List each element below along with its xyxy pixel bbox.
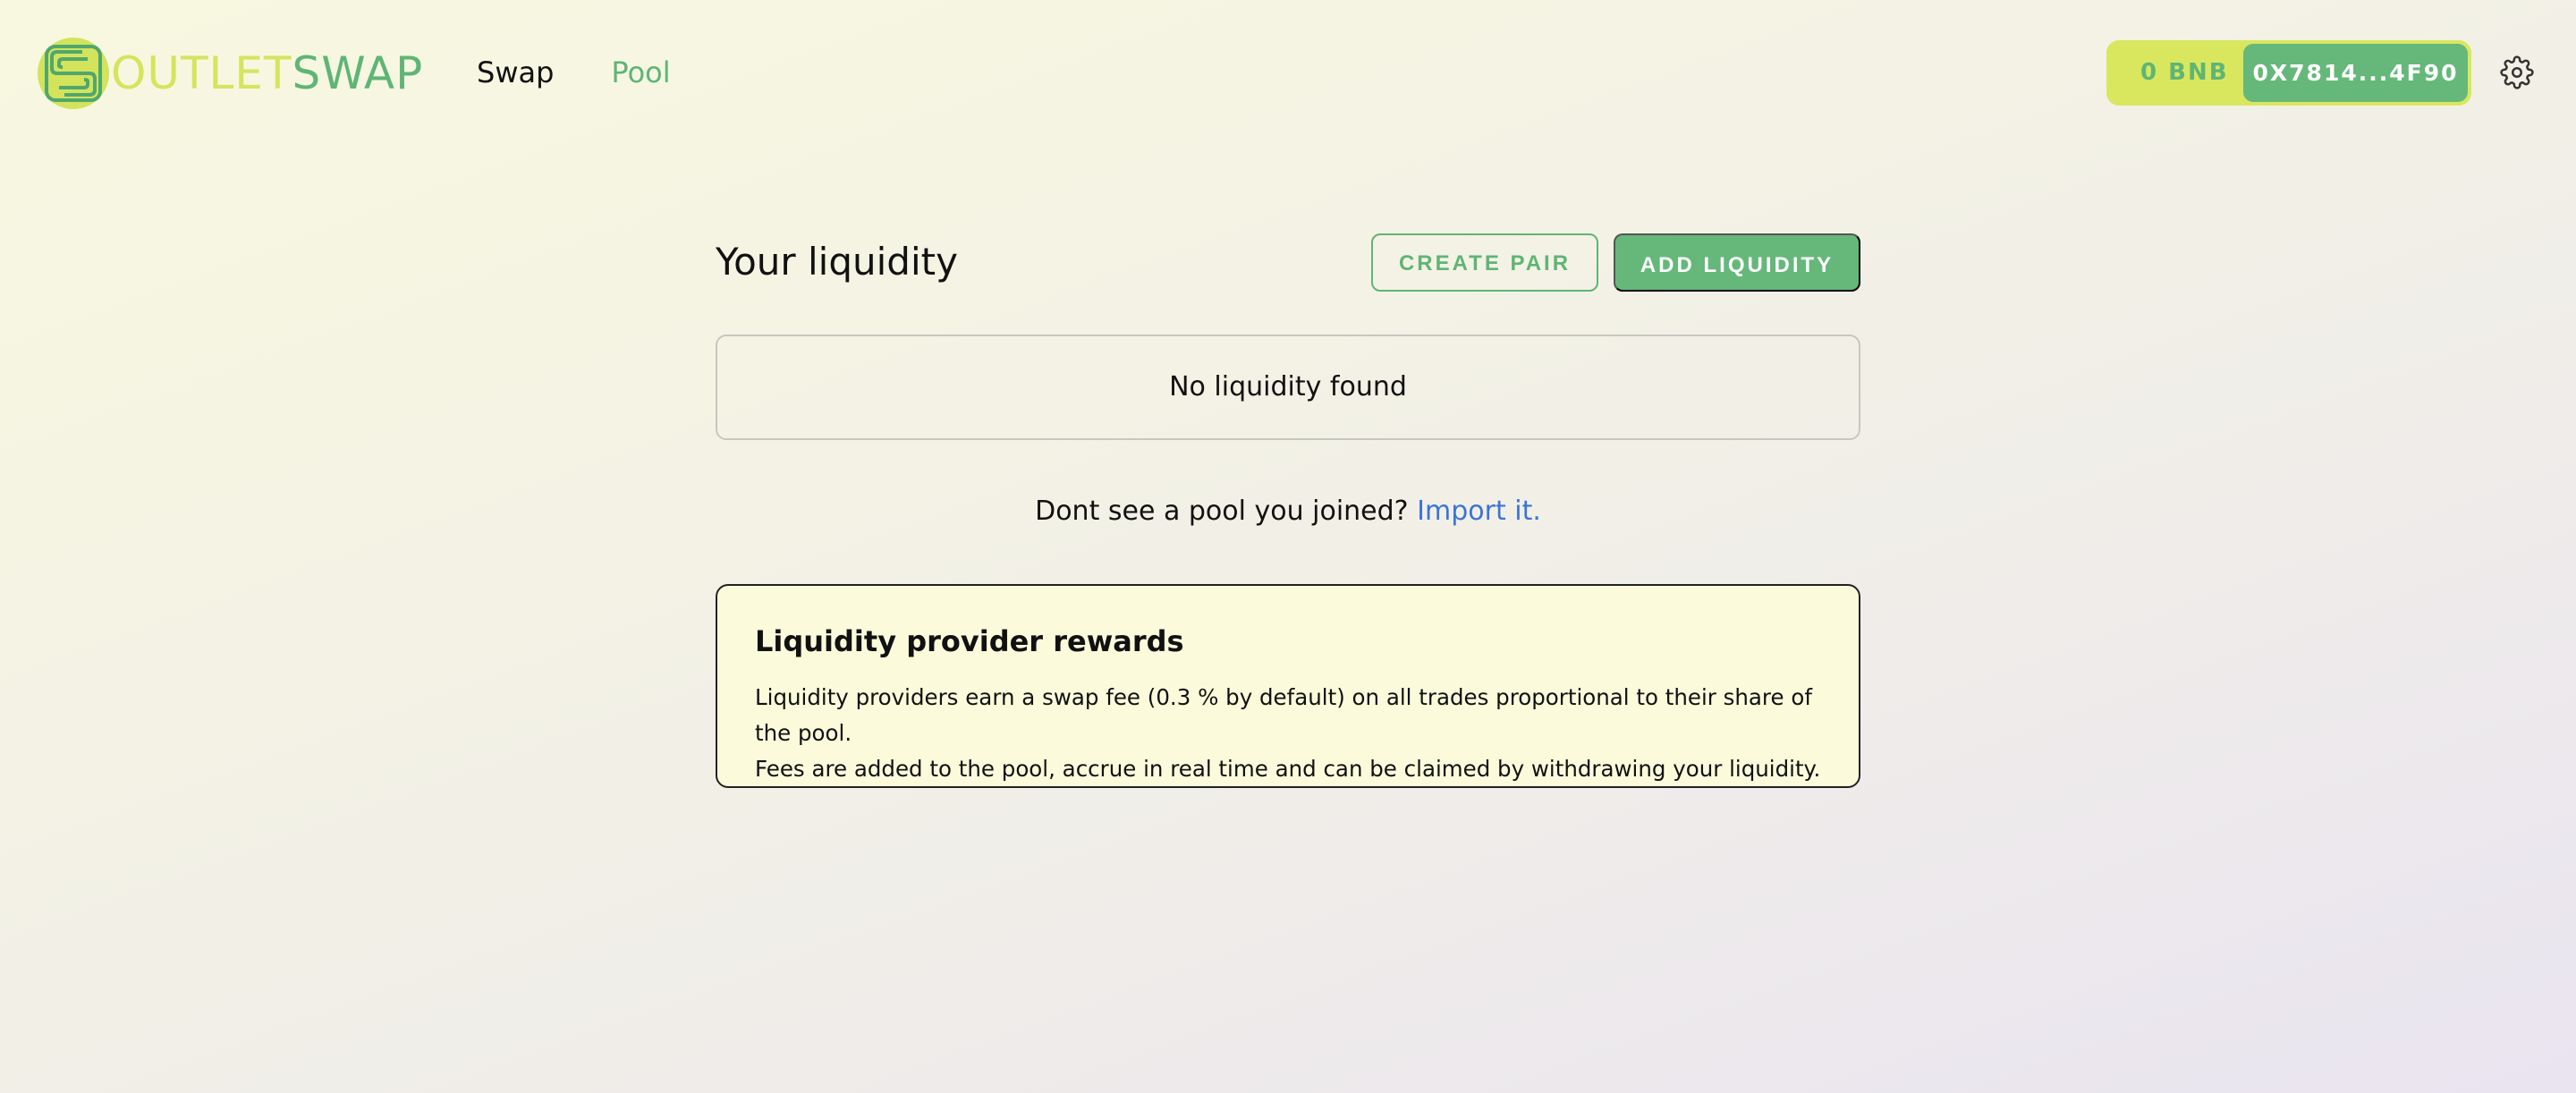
import-prompt: Dont see a pool you joined? Import it. [716,492,1860,531]
logo-wordmark: OUTLETSWAP [111,38,423,109]
rewards-description: Liquidity providers earn a swap fee (0.3… [755,680,1832,787]
wallet-widget: 0 BNB 0X7814...4F90 [2106,40,2471,106]
nav-swap[interactable]: Swap [477,52,554,93]
main-nav: Swap Pool [477,52,671,93]
empty-state-text: No liquidity found [1169,371,1407,402]
logo-mark-icon [38,38,109,109]
liquidity-list-empty: No liquidity found [716,335,1860,440]
wallet-balance: 0 BNB [2140,59,2229,86]
nav-pool[interactable]: Pool [611,52,670,93]
rewards-info-card: Liquidity provider rewards Liquidity pro… [716,584,1860,788]
import-pool-link[interactable]: Import it. [1417,496,1541,527]
wallet-address-button[interactable]: 0X7814...4F90 [2243,44,2468,102]
logo[interactable]: OUTLETSWAP [38,38,423,109]
rewards-line-1: Liquidity providers earn a swap fee (0.3… [755,684,1812,746]
rewards-line-2: Fees are added to the pool, accrue in re… [755,756,1821,782]
add-liquidity-button[interactable]: ADD LIQUIDITY [1614,233,1860,292]
page-title: Your liquidity [716,240,958,284]
logo-text-swap: SWAP [292,47,424,99]
logo-text-outlet: OUTLET [111,47,292,99]
rewards-title: Liquidity provider rewards [755,624,1184,658]
gear-icon[interactable] [2500,55,2534,89]
create-pair-button[interactable]: CREATE PAIR [1371,233,1598,292]
import-prompt-text: Dont see a pool you joined? [1035,496,1409,527]
